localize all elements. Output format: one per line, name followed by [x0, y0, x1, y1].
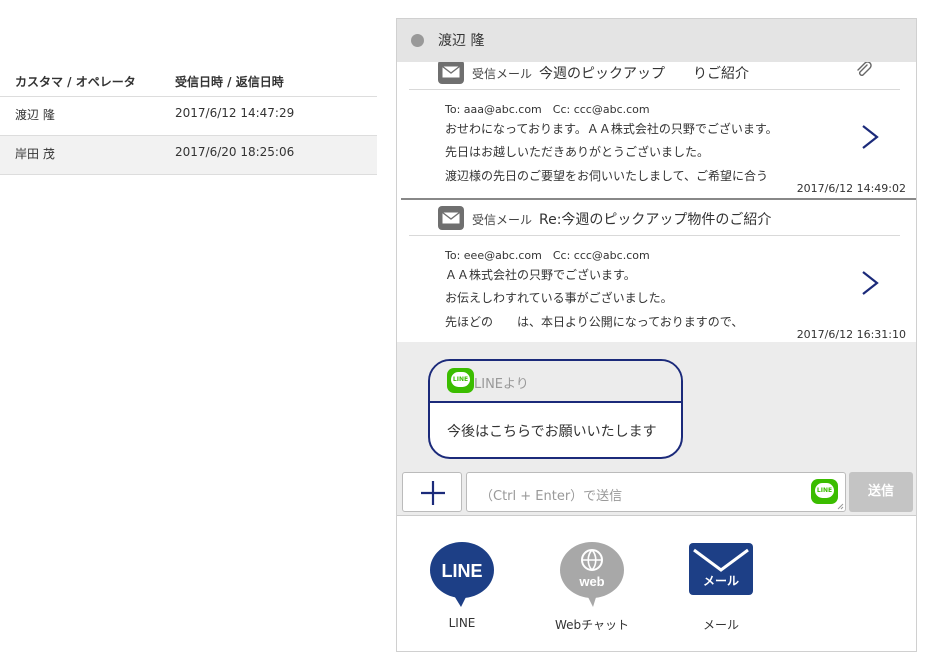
channel-mail[interactable]: メール メール — [685, 542, 757, 633]
line-icon: LINE — [811, 479, 838, 504]
customer-list: カスタマ / オペレータ 受信日時 / 返信日時 渡辺 隆 2017/6/12 … — [0, 60, 377, 175]
mail-type-label: 受信メール — [472, 213, 533, 227]
chat-panel: 渡辺 隆 受信メール 今週のピックアップ りご紹介 To: aaa@abc.co… — [396, 18, 917, 652]
mail-timestamp: 2017/6/12 16:31:10 — [796, 328, 906, 341]
line-icon: LINE — [430, 542, 494, 607]
mail-subject: 今週のピックアップ りご紹介 — [539, 66, 749, 82]
bubble-text: 今後はこちらでお願いいたします — [447, 424, 657, 440]
table-row[interactable]: 岸田 茂 2017/6/20 18:25:06 — [0, 136, 377, 175]
mail-message[interactable]: 受信メール Re:今週のピックアップ物件のご紹介 To: eee@abc.com… — [401, 200, 908, 342]
chat-area: LINE LINEより 今後はこちらでお願いいたします （Ctrl + Ente… — [397, 342, 916, 515]
mail-message[interactable]: 受信メール 今週のピックアップ りご紹介 To: aaa@abc.com Cc:… — [401, 62, 908, 198]
mail-message-body: To: eee@abc.com Cc: ccc@abc.com ＡＡ株式会社の只… — [401, 236, 908, 342]
message-input[interactable]: （Ctrl + Enter）で送信 LINE — [466, 472, 846, 512]
mail-body-line: ＡＡ株式会社の只野でございます。 — [445, 268, 636, 282]
line-icon-text: LINE — [441, 561, 482, 581]
mail-message-header: 受信メール Re:今週のピックアップ物件のご紹介 — [409, 200, 900, 236]
message-history[interactable]: 受信メール 今週のピックアップ りご紹介 To: aaa@abc.com Cc:… — [397, 62, 916, 342]
resize-handle-icon[interactable] — [837, 503, 844, 510]
channel-web-chat[interactable]: web Webチャット — [552, 542, 632, 633]
web-chat-icon: web — [560, 542, 624, 607]
table-row[interactable]: 渡辺 隆 2017/6/12 14:47:29 — [0, 97, 377, 136]
channel-label: Webチャット — [554, 618, 630, 632]
mail-message-header: 受信メール 今週のピックアップ りご紹介 — [409, 62, 900, 90]
mail-body-line: 先日はお越しいただきありがとうございました。 — [445, 145, 710, 159]
bubble-source: LINEより — [474, 377, 529, 392]
message-input-placeholder: （Ctrl + Enter）で送信 — [480, 489, 623, 504]
column-header-customer[interactable]: カスタマ / オペレータ — [15, 73, 136, 90]
channel-selector: LINE LINE web Webチャット メール メール — [397, 515, 916, 651]
row-datetime: 2017/6/20 18:25:06 — [175, 145, 295, 159]
mail-body-line: 先ほどの は、本日より公開になっておりますので、 — [445, 315, 744, 329]
mail-subject: Re:今週のピックアップ物件のご紹介 — [539, 212, 772, 228]
channel-label: メール — [702, 618, 739, 632]
mail-recipients: To: aaa@abc.com Cc: ccc@abc.com — [445, 103, 650, 116]
chevron-right-icon[interactable] — [860, 270, 880, 300]
bubble-header: LINE LINEより — [430, 361, 681, 403]
status-dot-icon — [411, 34, 424, 47]
mail-icon-text: メール — [703, 574, 739, 588]
mail-timestamp: 2017/6/12 14:49:02 — [796, 182, 906, 195]
plus-icon — [421, 481, 445, 505]
chat-customer-name: 渡辺 隆 — [438, 33, 485, 49]
chevron-right-icon[interactable] — [860, 124, 880, 154]
mail-recipients: To: eee@abc.com Cc: ccc@abc.com — [445, 249, 650, 262]
attach-plus-button[interactable] — [402, 472, 462, 512]
channel-line[interactable]: LINE LINE — [424, 542, 500, 630]
customer-name: 渡辺 隆 — [15, 108, 55, 122]
chat-header: 渡辺 隆 — [397, 19, 916, 62]
web-chat-icon-text: web — [578, 574, 604, 589]
row-datetime: 2017/6/12 14:47:29 — [175, 106, 295, 120]
line-message-bubble: LINE LINEより 今後はこちらでお願いいたします — [428, 359, 683, 459]
mail-icon: メール — [689, 543, 753, 595]
line-icon: LINE — [447, 368, 474, 393]
channel-label: LINE — [448, 616, 476, 630]
envelope-icon — [438, 206, 464, 230]
send-button[interactable]: 送信 — [849, 472, 913, 512]
mail-body-line: お伝えしわすれている事がございました。 — [445, 291, 673, 305]
mail-message-body: To: aaa@abc.com Cc: ccc@abc.com おせわになってお… — [401, 90, 908, 198]
mail-type-label: 受信メール — [472, 67, 533, 81]
envelope-icon — [438, 62, 464, 84]
mail-body-line: おせわになっております。ＡＡ株式会社の只野でございます。 — [445, 122, 778, 136]
mail-body-line: 渡辺様の先日のご要望をお伺いいたしまして、ご希望に合う — [445, 169, 769, 183]
paperclip-icon[interactable] — [855, 62, 873, 82]
list-header: カスタマ / オペレータ 受信日時 / 返信日時 — [0, 60, 377, 97]
column-header-datetime[interactable]: 受信日時 / 返信日時 — [175, 73, 284, 90]
customer-name: 岸田 茂 — [15, 147, 55, 161]
